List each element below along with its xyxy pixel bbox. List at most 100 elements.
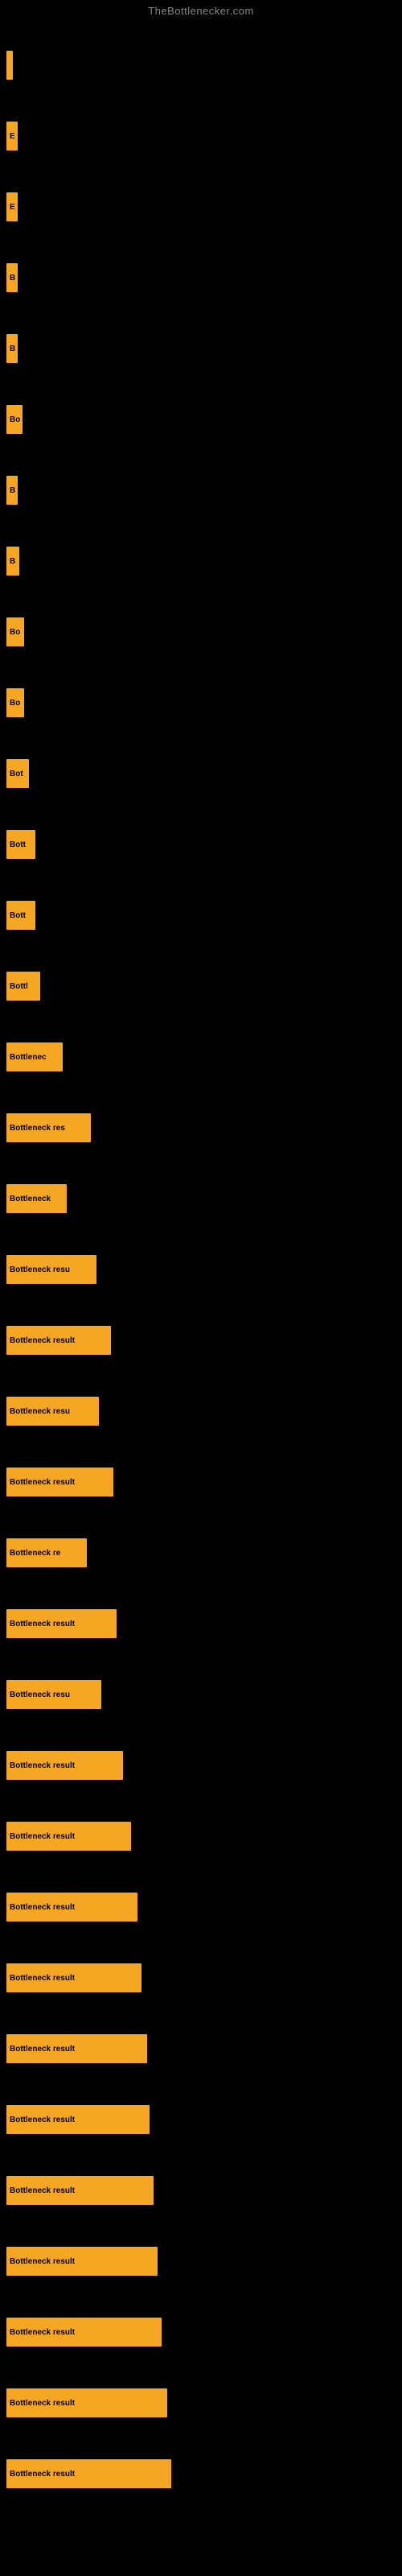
bar-label: E bbox=[6, 192, 18, 221]
bar-row: Bottleneck result bbox=[6, 2368, 402, 2438]
bar-text: Bottleneck result bbox=[10, 1620, 75, 1629]
bar-text: Bott bbox=[10, 840, 26, 849]
bar-label: Bottleneck result bbox=[6, 1751, 123, 1780]
bar-label: Bottleneck result bbox=[6, 2176, 154, 2205]
bar-label: Bottleneck result bbox=[6, 1963, 142, 1992]
bar-label: B bbox=[6, 547, 19, 576]
bar-row: Bottleneck result bbox=[6, 2438, 402, 2509]
bar-text: E bbox=[10, 132, 15, 141]
bar-text: Bottleneck result bbox=[10, 2470, 75, 2479]
bar-row: Bottleneck result bbox=[6, 1872, 402, 1942]
bar-label: B bbox=[6, 334, 18, 363]
bar-row: Bottleneck result bbox=[6, 1730, 402, 1801]
bar-label: Bottlenec bbox=[6, 1042, 63, 1071]
bar-text: Bottleneck result bbox=[10, 2328, 75, 2337]
bar-text: Bottleneck resu bbox=[10, 1690, 70, 1699]
bar-row: Bot bbox=[6, 738, 402, 809]
bar-row: Bottleneck result bbox=[6, 2155, 402, 2226]
bar-label: Bottleneck bbox=[6, 1184, 67, 1213]
site-title: TheBottlenecker.com bbox=[0, 0, 402, 22]
bar-text: B bbox=[10, 557, 15, 566]
bar-row: Bottleneck res bbox=[6, 1092, 402, 1163]
bar-row: Bottleneck result bbox=[6, 1588, 402, 1659]
bar-label: Bottleneck result bbox=[6, 1822, 131, 1851]
bar-text: Bottleneck result bbox=[10, 2186, 75, 2195]
bar-label: Bott bbox=[6, 830, 35, 859]
bar-label: E bbox=[6, 122, 18, 151]
bar-text: Bottleneck result bbox=[10, 1336, 75, 1345]
site-title-text: TheBottlenecker.com bbox=[148, 5, 254, 17]
bar-label: Bot bbox=[6, 759, 29, 788]
bar-row: Bottl bbox=[6, 951, 402, 1022]
bar-label: Bottleneck result bbox=[6, 2318, 162, 2347]
bar-row: B bbox=[6, 242, 402, 313]
bar-text: Bottleneck result bbox=[10, 2045, 75, 2054]
bar-text: Bottleneck resu bbox=[10, 1407, 70, 1416]
bar-text: Bott bbox=[10, 911, 26, 920]
bar-label: Bottleneck result bbox=[6, 2034, 147, 2063]
bar-text: Bottl bbox=[10, 982, 28, 991]
bar-row: Bottleneck result bbox=[6, 1447, 402, 1517]
bar-text: Bottleneck result bbox=[10, 2257, 75, 2266]
bar-text: Bo bbox=[10, 628, 20, 637]
bar-label: Bottleneck result bbox=[6, 2388, 167, 2417]
bar-text: Bottlenec bbox=[10, 1053, 47, 1062]
bar-row: Bottleneck result bbox=[6, 2297, 402, 2368]
bar-row: Bottleneck result bbox=[6, 1942, 402, 2013]
bar-label: Bottleneck resu bbox=[6, 1255, 96, 1284]
bar-label: Bottleneck result bbox=[6, 2105, 150, 2134]
bar-label: Bottleneck result bbox=[6, 1893, 137, 1922]
bars-container: E E B B Bo B B Bo Bo Bot Bott Bott Bottl Bottlenec Bot… bbox=[0, 22, 402, 2509]
bar-row: B bbox=[6, 526, 402, 597]
bar-text: Bottleneck res bbox=[10, 1124, 65, 1133]
bar-label: B bbox=[6, 476, 18, 505]
bar-text: Bot bbox=[10, 770, 23, 778]
bar-row: Bottleneck result bbox=[6, 1801, 402, 1872]
bar-text: Bottleneck result bbox=[10, 1478, 75, 1487]
bar-label: Bo bbox=[6, 617, 24, 646]
bar-row: Bo bbox=[6, 667, 402, 738]
bar-label: Bottleneck re bbox=[6, 1538, 87, 1567]
bar-text: Bottleneck result bbox=[10, 2116, 75, 2124]
bar-row: Bottleneck bbox=[6, 1163, 402, 1234]
bar-text: Bottleneck result bbox=[10, 2399, 75, 2408]
bar-label: Bottleneck result bbox=[6, 1326, 111, 1355]
bar-label: Bottleneck resu bbox=[6, 1397, 99, 1426]
bar-text: Bottleneck re bbox=[10, 1549, 60, 1558]
bar-text: Bottleneck resu bbox=[10, 1265, 70, 1274]
bar-row: Bo bbox=[6, 384, 402, 455]
bar-label: Bottleneck res bbox=[6, 1113, 91, 1142]
bar-text: Bottleneck result bbox=[10, 1832, 75, 1841]
bar-text: E bbox=[10, 203, 15, 212]
bar-row: B bbox=[6, 313, 402, 384]
bar-text: B bbox=[10, 486, 15, 495]
bar-row: Bo bbox=[6, 597, 402, 667]
bar-label: Bottleneck result bbox=[6, 1609, 117, 1638]
bar-row: Bottlenec bbox=[6, 1022, 402, 1092]
bar-row bbox=[6, 30, 402, 101]
bar-label: Bottleneck result bbox=[6, 2247, 158, 2276]
bar-row: Bottleneck result bbox=[6, 2084, 402, 2155]
bar-label: Bottleneck result bbox=[6, 1468, 113, 1496]
bar-text: Bottleneck result bbox=[10, 1761, 75, 1770]
bar-label: Bottleneck resu bbox=[6, 1680, 101, 1709]
bar-text: Bottleneck result bbox=[10, 1903, 75, 1912]
bar-label: Bottl bbox=[6, 972, 40, 1001]
bar-label: Bo bbox=[6, 688, 24, 717]
bar-label bbox=[6, 51, 13, 80]
bar-label: Bo bbox=[6, 405, 23, 434]
bar-text: Bottleneck bbox=[10, 1195, 51, 1203]
bar-row: Bottleneck re bbox=[6, 1517, 402, 1588]
bar-row: Bottleneck result bbox=[6, 2013, 402, 2084]
bar-label: B bbox=[6, 263, 18, 292]
bar-text: Bo bbox=[10, 415, 20, 424]
bar-row: E bbox=[6, 171, 402, 242]
bar-row: E bbox=[6, 101, 402, 171]
bar-row: B bbox=[6, 455, 402, 526]
bar-row: Bottleneck resu bbox=[6, 1234, 402, 1305]
bar-text: Bottleneck result bbox=[10, 1974, 75, 1983]
bar-row: Bott bbox=[6, 880, 402, 951]
bar-row: Bottleneck resu bbox=[6, 1376, 402, 1447]
bar-label: Bottleneck result bbox=[6, 2459, 171, 2488]
bar-row: Bott bbox=[6, 809, 402, 880]
